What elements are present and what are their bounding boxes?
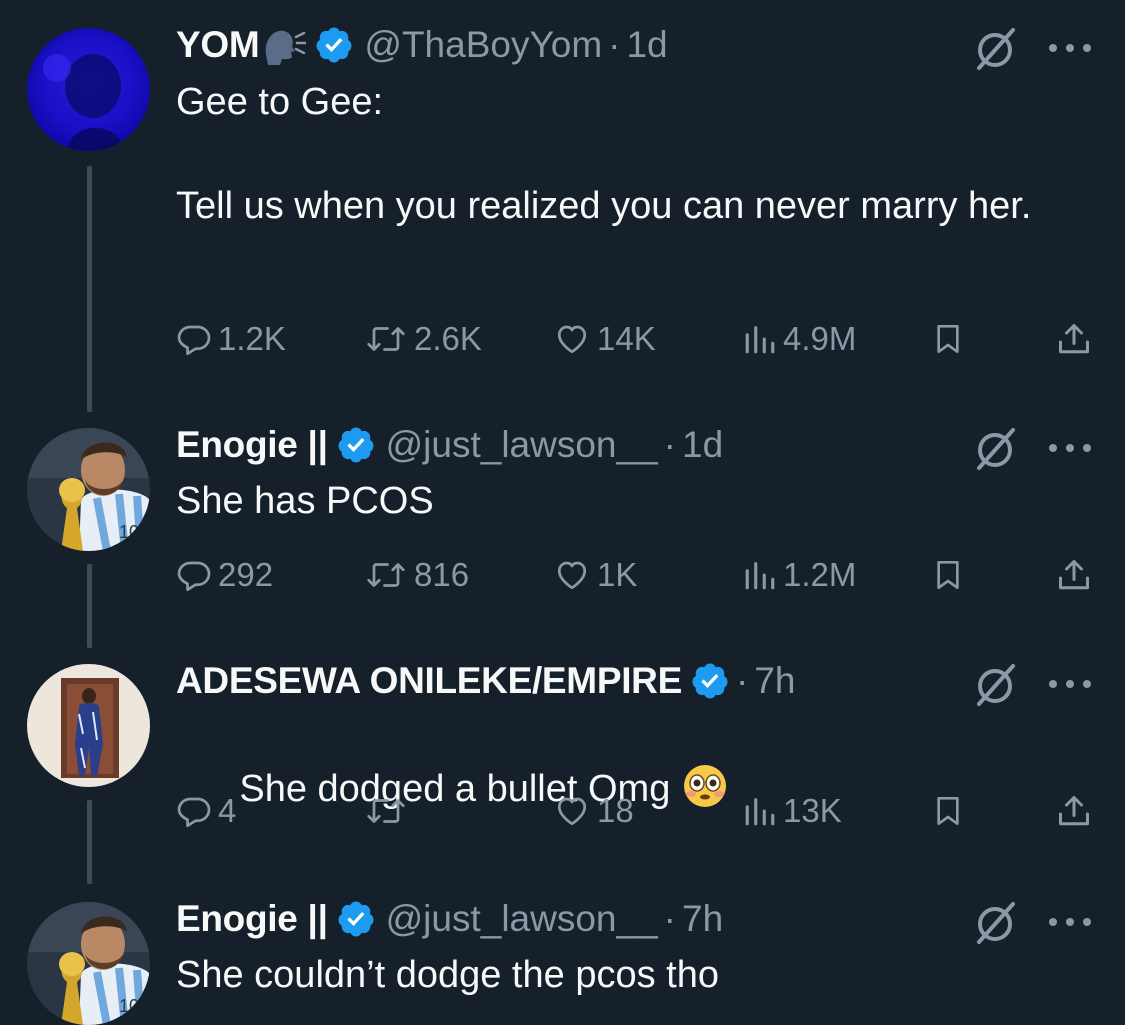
svg-text:10: 10 — [119, 522, 139, 542]
reply-count: 4 — [218, 792, 237, 829]
tweet-header: YOM @ThaBoyYom · 1d — [176, 20, 668, 70]
reply-count: 292 — [218, 556, 274, 593]
separator-dot: · — [735, 660, 749, 701]
share-icon — [1059, 324, 1089, 354]
separator-dot: · — [608, 24, 621, 65]
like-button[interactable]: 18 — [553, 786, 634, 836]
share-button[interactable] — [1056, 550, 1092, 600]
tweet-actions: 292 816 1K 1.2M — [0, 550, 1125, 600]
svg-text:10: 10 — [119, 996, 139, 1016]
grok-icon[interactable] — [971, 24, 1021, 74]
more-icon[interactable] — [1045, 912, 1095, 932]
timestamp[interactable]: 7h — [682, 898, 723, 940]
views-button[interactable]: 13K — [743, 786, 842, 836]
views-button[interactable]: 4.9M — [743, 314, 856, 364]
tweet-header: ADESEWA ONILEKE/EMPIRE · 7h — [176, 656, 795, 706]
avatar[interactable] — [27, 28, 150, 151]
speaking-head-emoji-icon — [266, 30, 307, 65]
tweet[interactable]: 10 Enogie || @just_lawson__ · 7h She cou… — [0, 894, 1125, 1025]
separator-dot: · — [663, 898, 676, 939]
verified-badge-icon — [316, 27, 352, 63]
user-handle[interactable]: @just_lawson__ — [386, 424, 658, 466]
verified-badge-icon — [338, 427, 374, 463]
repost-button[interactable]: 816 — [364, 550, 469, 600]
bookmark-icon — [937, 561, 959, 589]
timestamp[interactable]: 1d — [682, 424, 723, 466]
like-button[interactable]: 1K — [553, 550, 637, 600]
bookmark-icon — [937, 325, 959, 353]
tweet-text: She couldn’t dodge the pcos tho — [176, 954, 719, 996]
repost-button[interactable] — [364, 786, 414, 836]
views-icon — [745, 326, 775, 354]
share-button[interactable] — [1056, 314, 1092, 364]
user-handle[interactable]: @just_lawson__ — [386, 898, 658, 940]
reply-icon — [177, 325, 211, 356]
tweet-header: Enogie || @just_lawson__ · 7h — [176, 894, 723, 944]
repost-icon — [367, 799, 405, 823]
share-icon — [1059, 560, 1089, 590]
reply-icon — [177, 797, 211, 828]
tweet[interactable]: 10 Enogie || @just_lawson__ · 1d She has… — [0, 420, 1125, 610]
like-button[interactable]: 14K — [553, 314, 656, 364]
display-name[interactable]: Enogie || — [176, 424, 328, 466]
bookmark-icon — [937, 797, 959, 825]
tweet-actions: 1.2K 2.6K 14K 4.9M — [0, 314, 1125, 364]
bookmark-button[interactable] — [932, 314, 964, 364]
verified-badge-icon — [692, 663, 728, 699]
views-button[interactable]: 1.2M — [743, 550, 856, 600]
user-handle[interactable]: @ThaBoyYom — [364, 24, 602, 66]
grok-icon[interactable] — [971, 898, 1021, 948]
tweet-header: Enogie || @just_lawson__ · 1d — [176, 420, 723, 470]
like-icon — [557, 325, 587, 354]
timestamp[interactable]: 1d — [626, 24, 667, 66]
conversation-thread: YOM @ThaBoyYom · 1d Gee to Gee: Tell us … — [0, 0, 1125, 1025]
grok-icon[interactable] — [971, 660, 1021, 710]
more-icon[interactable] — [1045, 438, 1095, 458]
avatar[interactable]: 10 — [27, 428, 150, 551]
like-icon — [557, 797, 587, 826]
reply-button[interactable]: 292 — [176, 550, 273, 600]
tweet-text: She has PCOS — [176, 480, 434, 522]
view-count: 1.2M — [783, 556, 857, 593]
tweet-actions: 4 18 13K — [0, 786, 1125, 836]
repost-icon — [367, 563, 405, 587]
display-name[interactable]: YOM — [176, 24, 260, 66]
view-count: 4.9M — [783, 320, 857, 357]
like-count: 14K — [597, 320, 656, 357]
like-count: 18 — [597, 792, 634, 829]
verified-badge-icon — [338, 901, 374, 937]
avatar[interactable]: 10 — [27, 902, 150, 1025]
display-name[interactable]: ADESEWA ONILEKE/EMPIRE — [176, 660, 682, 702]
more-icon[interactable] — [1045, 38, 1095, 58]
share-icon — [1059, 796, 1089, 826]
display-name[interactable]: Enogie || — [176, 898, 328, 940]
view-count: 13K — [783, 792, 842, 829]
reply-button[interactable]: 1.2K — [176, 314, 286, 364]
grok-icon[interactable] — [971, 424, 1021, 474]
more-icon[interactable] — [1045, 674, 1095, 694]
repost-count: 2.6K — [414, 320, 482, 357]
bookmark-button[interactable] — [932, 786, 964, 836]
reply-count: 1.2K — [218, 320, 286, 357]
bookmark-button[interactable] — [932, 550, 964, 600]
repost-count: 816 — [414, 556, 470, 593]
like-count: 1K — [597, 556, 638, 593]
timestamp[interactable]: 7h — [754, 660, 795, 702]
share-button[interactable] — [1056, 786, 1092, 836]
reply-button[interactable]: 4 — [176, 786, 236, 836]
reply-icon — [177, 561, 211, 592]
tweet-text: Gee to Gee: Tell us when you realized yo… — [176, 81, 1032, 227]
views-icon — [745, 562, 775, 590]
views-icon — [745, 798, 775, 826]
tweet[interactable]: ADESEWA ONILEKE/EMPIRE · 7h She dodged a… — [0, 656, 1125, 846]
separator-dot: · — [663, 424, 676, 465]
avatar[interactable] — [27, 664, 150, 787]
repost-icon — [367, 327, 405, 351]
repost-button[interactable]: 2.6K — [364, 314, 482, 364]
tweet[interactable]: YOM @ThaBoyYom · 1d Gee to Gee: Tell us … — [0, 20, 1125, 400]
like-icon — [557, 561, 587, 590]
